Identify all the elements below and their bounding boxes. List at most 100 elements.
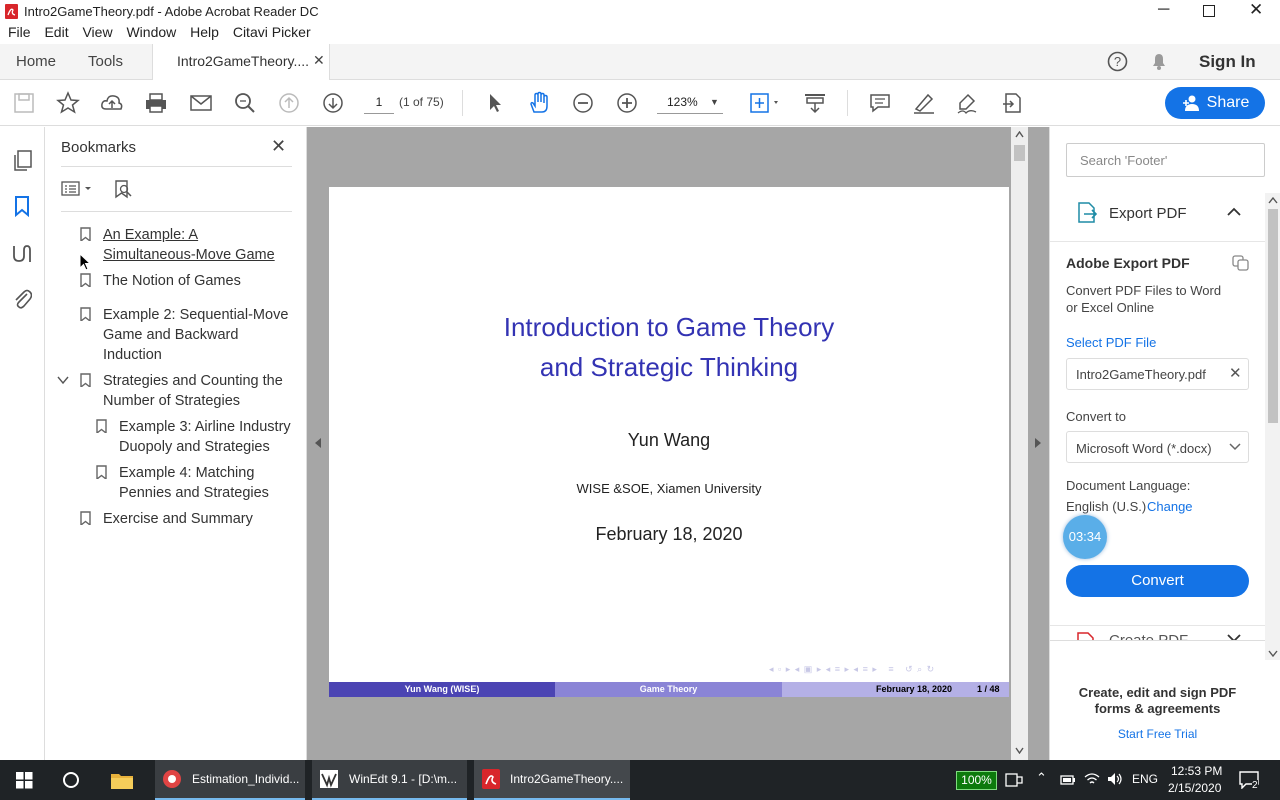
scroll-down-icon[interactable] [1268,650,1278,657]
more-tools-icon[interactable] [1000,91,1024,115]
bookmark-label-line: Pennies and Strategies [119,485,269,501]
chevron-down-icon [1229,443,1241,451]
taskbar-app[interactable]: Intro2GameTheory.... [474,760,630,800]
minimize-button[interactable]: ─ [1158,1,1169,19]
zoom-out-icon[interactable] [571,91,595,115]
bookmark-label-line: Duopoly and Strategies [119,439,270,455]
bookmark-label: Strategies and Counting the Number of Str… [103,371,283,411]
selected-file-field[interactable]: Intro2GameTheory.pdf ✕ [1066,358,1249,390]
page-down-icon[interactable] [321,91,345,115]
tab-home[interactable]: Home [16,53,56,70]
add-bookmark-icon[interactable] [114,179,134,199]
timer-badge[interactable]: 03:34 [1063,515,1107,559]
windows-start-icon[interactable] [16,772,33,789]
chevron-up-icon[interactable]: ⌃ [1036,770,1047,786]
divider [61,211,292,212]
convert-to-label: Convert to [1066,409,1126,424]
search-icon[interactable] [233,91,257,115]
hand-tool-icon[interactable] [527,91,551,115]
export-pdf-header[interactable]: Export PDF [1050,193,1265,241]
scroll-up-icon[interactable] [1015,131,1024,138]
print-icon[interactable] [144,91,168,115]
change-language-link[interactable]: Change [1147,499,1193,514]
svg-text:?: ? [1114,54,1121,69]
taskbar-app[interactable]: Estimation_Individ... [155,760,305,800]
comment-icon[interactable] [868,91,892,115]
beamer-nav-icons: ◂ ▫ ▸ ◂ ▣ ▸ ◂ ≡ ▸ ◂ ≡ ▸ ≡ ↺ ⌕ ↻ [769,664,936,674]
scrollbar-thumb[interactable] [1014,145,1025,161]
format-select[interactable]: Microsoft Word (*.docx) [1066,431,1249,463]
sign-icon[interactable] [956,91,980,115]
clock-time[interactable]: 12:53 PM [1171,764,1222,778]
scrollbar[interactable] [1011,127,1028,760]
email-icon[interactable] [189,91,213,115]
menu-edit[interactable]: Edit [44,24,68,40]
close-window-button[interactable]: ✕ [1249,0,1263,20]
page-up-icon[interactable] [277,91,301,115]
save-icon[interactable] [12,91,36,115]
share-button[interactable]: Share [1165,87,1265,119]
bookmark-panel-icon[interactable] [14,195,30,217]
zoom-value: 123% [667,95,698,109]
highlight-pen-icon[interactable] [912,91,936,115]
scroll-mode-icon[interactable] [803,91,827,115]
menu-help[interactable]: Help [190,24,219,40]
menu-file[interactable]: File [8,24,31,40]
close-tab-icon[interactable]: ✕ [313,52,325,69]
menu-window[interactable]: Window [126,24,176,40]
volume-icon[interactable] [1107,772,1123,786]
window-title: Intro2GameTheory.pdf - Adobe Acrobat Rea… [24,4,319,19]
star-icon[interactable] [56,91,80,115]
close-panel-icon[interactable]: ✕ [271,136,286,157]
search-circle-icon[interactable] [62,771,80,789]
description-line: or Excel Online [1066,300,1155,315]
footer-date: February 18, 2020 [876,684,953,694]
chevron-down-icon[interactable] [1227,633,1241,640]
select-pdf-file-link[interactable]: Select PDF File [1066,335,1156,350]
language-indicator[interactable]: ENG [1132,772,1158,786]
tab-tools[interactable]: Tools [88,53,123,70]
select-cursor-icon[interactable] [483,91,507,115]
start-free-trial-link[interactable]: Start Free Trial [1050,727,1265,741]
bookmark-icon [80,373,91,387]
chevron-up-icon[interactable] [1227,207,1241,217]
search-input[interactable]: Search 'Footer' [1066,143,1265,177]
page-thumbnails-icon[interactable] [12,149,34,171]
wifi-icon[interactable] [1084,772,1100,786]
expand-right-icon[interactable] [1034,437,1042,449]
acrobat-icon [482,769,500,789]
bookmark-options-icon[interactable] [61,181,95,197]
taskbar-app[interactable]: WinEdt 9.1 - [D:\m... [312,760,467,800]
chevron-down-icon[interactable] [57,376,69,385]
panel-scrollbar[interactable] [1265,193,1280,660]
menu-citavi-picker[interactable]: Citavi Picker [233,24,311,40]
copy-link-icon[interactable] [1232,255,1250,271]
upload-icon[interactable] [100,91,124,115]
format-value: Microsoft Word (*.docx) [1076,441,1212,456]
convert-button[interactable]: Convert [1066,565,1249,597]
attachment-icon[interactable] [12,287,32,309]
clock-date[interactable]: 2/15/2020 [1168,781,1221,795]
fit-page-icon[interactable] [747,91,783,115]
page-number-input[interactable]: 1 [364,92,394,114]
tab-document[interactable]: Intro2GameTheory.... ✕ [152,44,330,80]
sign-in-link[interactable]: Sign In [1199,52,1256,72]
remove-file-icon[interactable]: ✕ [1229,364,1242,382]
battery-meter[interactable]: 100% [956,771,997,790]
signatures-icon[interactable] [11,242,33,264]
scroll-down-icon[interactable] [1015,747,1024,754]
restore-button[interactable] [1203,5,1215,17]
create-pdf-header[interactable]: Create PDF [1050,626,1265,640]
zoom-select[interactable]: 123% ▼ [657,92,723,114]
zoom-in-icon[interactable] [615,91,639,115]
menu-view[interactable]: View [82,24,112,40]
help-icon[interactable]: ? [1107,51,1128,72]
battery-icon[interactable] [1060,774,1076,786]
file-explorer-icon[interactable] [110,770,134,790]
scroll-up-icon[interactable] [1268,197,1278,204]
footer-page: 1 / 48 [977,684,1000,694]
bell-icon[interactable] [1149,51,1169,71]
collapse-left-icon[interactable] [314,437,322,449]
tray-app-icon[interactable] [1005,773,1023,787]
panel-scrollbar-thumb[interactable] [1268,209,1278,423]
